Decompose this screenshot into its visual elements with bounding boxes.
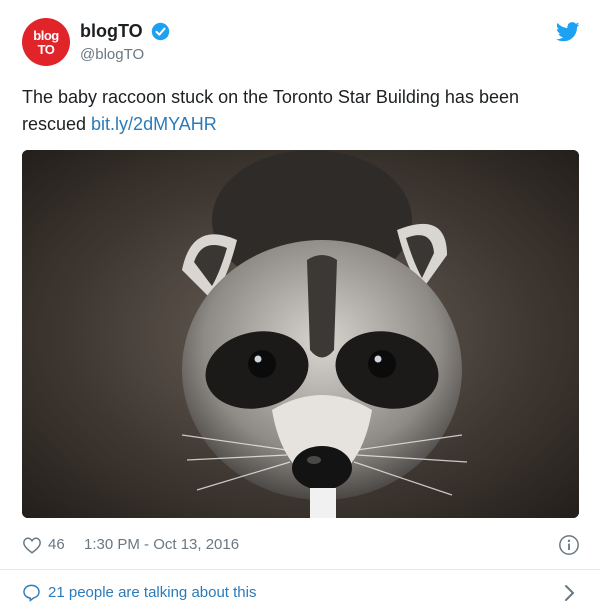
timestamp[interactable]: 1:30 PM - Oct 13, 2016	[84, 536, 239, 553]
twitter-bird-icon[interactable]	[556, 22, 580, 42]
heart-icon[interactable]	[22, 536, 42, 554]
talking-count-link[interactable]: 21 people are talking about this	[48, 584, 256, 601]
avatar-text-top: blog	[33, 27, 59, 43]
author-block[interactable]: blogTO @blogTO	[80, 21, 170, 63]
raccoon-photo-image	[22, 150, 579, 518]
avatar-text-bottom: TO	[37, 41, 55, 57]
tweet-link[interactable]: bit.ly/2dMYAHR	[91, 114, 217, 134]
avatar[interactable]: blog TO	[22, 18, 70, 66]
chevron-right-icon[interactable]	[564, 584, 576, 602]
tweet-meta: 46 1:30 PM - Oct 13, 2016	[22, 534, 580, 558]
display-name[interactable]: blogTO	[80, 21, 143, 42]
info-icon[interactable]	[558, 534, 580, 556]
comment-bubble-icon	[23, 584, 40, 602]
tweet-card: blog TO blogTO @blogTO The baby raccoon …	[0, 0, 600, 610]
divider	[0, 569, 600, 570]
conversation-footer[interactable]: 21 people are talking about this	[22, 582, 580, 604]
tweet-photo[interactable]	[22, 150, 579, 518]
like-count[interactable]: 46	[48, 536, 65, 553]
handle[interactable]: @blogTO	[80, 46, 170, 63]
tweet-header: blog TO blogTO @blogTO	[22, 18, 580, 70]
verified-badge-icon	[151, 22, 170, 41]
tweet-text: The baby raccoon stuck on the Toronto St…	[22, 84, 582, 138]
